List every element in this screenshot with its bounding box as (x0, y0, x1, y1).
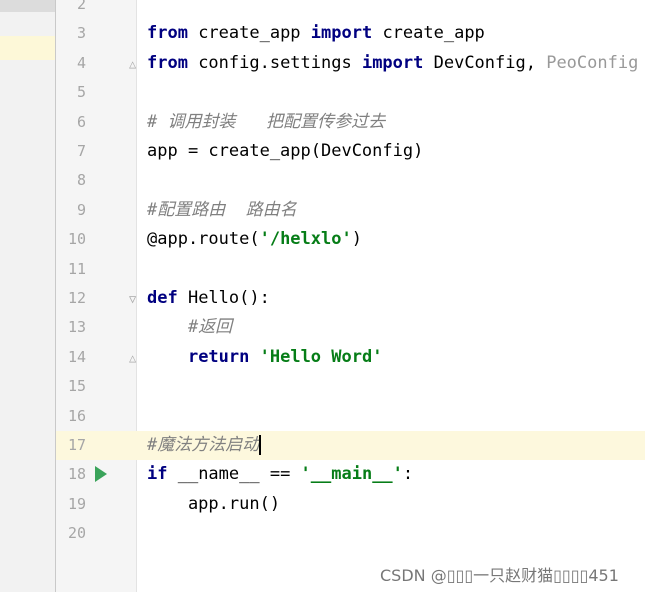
line-number: 11 (67, 260, 86, 278)
watermark: CSDN @▯▯▯一只赵财猫▯▯▯▯451 (380, 566, 619, 585)
code-token: #配置路由 路由名 (147, 200, 297, 220)
code-line[interactable] (147, 372, 650, 401)
line-number: 20 (67, 524, 86, 542)
code-line[interactable]: #配置路由 路由名 (147, 196, 650, 225)
code-token: if (147, 464, 168, 484)
code-token: import (310, 23, 373, 43)
line-number: 4 (76, 54, 86, 72)
left-tool-strip (0, 0, 55, 592)
run-icon[interactable] (95, 466, 107, 482)
code-line[interactable]: app.run() (147, 490, 650, 519)
code-line[interactable]: #魔法方法启动 (147, 431, 650, 460)
code-line[interactable] (147, 0, 650, 19)
code-token: app = create_app(DevConfig) (147, 141, 424, 161)
code-token: __name__ == (167, 464, 301, 484)
code-line[interactable]: app = create_app(DevConfig) (147, 137, 650, 166)
code-line[interactable]: from config.settings import DevConfig, P… (147, 49, 650, 78)
line-number: 9 (76, 201, 86, 219)
code-line[interactable]: # 调用封装 把配置传参过去 (147, 108, 650, 137)
code-token: import (361, 53, 424, 73)
code-token: from (147, 53, 188, 73)
fold-marker-icon[interactable]: △ (129, 58, 141, 70)
code-token: config.settings (187, 53, 362, 73)
line-number: 17 (67, 436, 86, 454)
line-number: 5 (76, 83, 86, 101)
code-line[interactable] (147, 402, 650, 431)
code-line[interactable] (147, 166, 650, 195)
code-token: def (147, 288, 178, 308)
line-number: 19 (67, 495, 86, 513)
code-line[interactable] (147, 255, 650, 284)
line-number: 10 (67, 230, 86, 248)
code-token: #魔法方法启动 (147, 435, 260, 455)
code-token: PeoConfig (546, 53, 639, 73)
code-line[interactable] (147, 519, 650, 548)
code-line[interactable]: #返回 (147, 313, 650, 342)
line-number: 6 (76, 113, 86, 131)
code-token: : (402, 464, 414, 484)
code-token: Hello(): (177, 288, 270, 308)
line-number: 7 (76, 142, 86, 160)
code-token: # 调用封装 把配置传参过去 (147, 112, 386, 132)
strip-highlight (0, 36, 55, 60)
line-number: 2 (76, 0, 86, 13)
line-number: 14 (67, 348, 86, 366)
line-number: 3 (76, 24, 86, 42)
code-line[interactable]: if __name__ == '__main__': (147, 460, 650, 489)
code-token: app.run() (147, 494, 281, 514)
code-line[interactable]: from create_app import create_app (147, 19, 650, 48)
line-number: 15 (67, 377, 86, 395)
code-token: '__main__' (300, 464, 403, 484)
code-line[interactable]: @app.route('/helxlo') (147, 225, 650, 254)
line-number: 18 (67, 465, 86, 483)
code-line[interactable]: return 'Hello Word' (147, 343, 650, 372)
code-line[interactable]: def Hello(): (147, 284, 650, 313)
strip-top-bar (0, 0, 55, 12)
line-number: 13 (67, 318, 86, 336)
code-token: create_app (372, 23, 485, 43)
fold-marker-icon[interactable]: △ (129, 352, 141, 364)
code-token: DevConfig, (423, 53, 547, 73)
line-number: 8 (76, 171, 86, 189)
fold-marker-icon[interactable]: ▽ (129, 293, 141, 305)
code-token: create_app (187, 23, 311, 43)
code-token: 'Hello Word' (259, 347, 383, 367)
line-number: 16 (67, 407, 86, 425)
code-token: ) (351, 229, 362, 249)
code-line[interactable] (147, 78, 650, 107)
text-caret (259, 435, 262, 455)
code-token: from (147, 23, 188, 43)
code-token: '/helxlo' (259, 229, 352, 249)
line-number: 12 (67, 289, 86, 307)
code-token: #返回 (147, 317, 233, 337)
code-token: @app.route( (147, 229, 260, 249)
code-token: return (187, 347, 250, 367)
